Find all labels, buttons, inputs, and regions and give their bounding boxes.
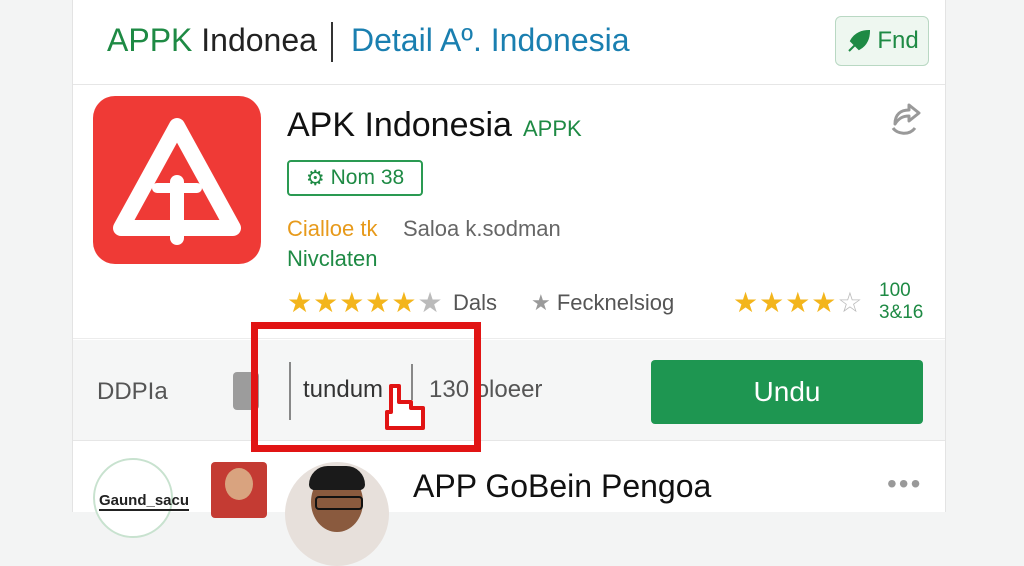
badge-label: Nom 38 [330,166,405,189]
share-icon[interactable] [887,102,923,138]
section-divider [73,338,945,339]
leaf-find-icon [848,29,871,52]
star-icon: ★ [531,290,551,315]
highlight-box [251,322,481,452]
brand-rest: Indonea [201,22,317,58]
header-separator [331,22,333,62]
star-icon: ★★★★ [733,287,838,318]
app-logo-icon [93,96,261,264]
download-label: DDPIa [97,378,168,405]
brand-logo[interactable]: APPK Indonea [107,22,317,59]
related-avatar-text: Gaund_sacu [99,492,190,511]
category-label[interactable]: Cialloe tk [287,216,377,242]
star-icon: ★★★★★ [287,287,418,318]
related-app-title[interactable]: APP GoBein Pengoa [413,468,711,505]
subcategory-label: Saloa k.sodman [403,216,561,241]
page-title: Detail Aº. Indonesia [351,22,630,58]
app-name: APK Indonesia [287,106,512,144]
related-thumbnail[interactable] [211,462,267,518]
rating-count: 100 3&16 [879,280,923,324]
version-badge: ⚙ Nom 38 [287,160,423,196]
rating-count-2: 3&16 [879,302,924,323]
related-avatar-2[interactable] [285,462,389,566]
badge-icon: ⚙ [305,166,325,190]
brand-prefix: APPK [107,22,193,58]
feature-label-text: Fecknelsiog [556,290,675,315]
feature-label: ★ Fecknelsiog [531,290,674,316]
rating-label: Dals [453,290,498,315]
find-button-label: Fnd [877,27,919,54]
more-icon[interactable]: ••• [887,468,922,500]
app-detail-card: APPK Indonea Detail Aº. Indonesia Fnd AP… [72,0,946,566]
rating-stars-right: ★★★★☆ [733,286,864,319]
star-icon-empty: ★ [417,287,444,318]
app-tag: APPK [523,116,582,141]
developer-link[interactable]: Nivclaten [287,246,377,272]
find-button[interactable]: Fnd [835,16,929,66]
header-bar: APPK Indonea Detail Aº. Indonesia Fnd [73,0,945,85]
star-icon-outline: ☆ [837,287,864,318]
rating-stars-left: ★★★★★★ [287,286,444,319]
rating-count-1: 100 [879,280,911,301]
download-button[interactable]: Undu [651,360,923,424]
